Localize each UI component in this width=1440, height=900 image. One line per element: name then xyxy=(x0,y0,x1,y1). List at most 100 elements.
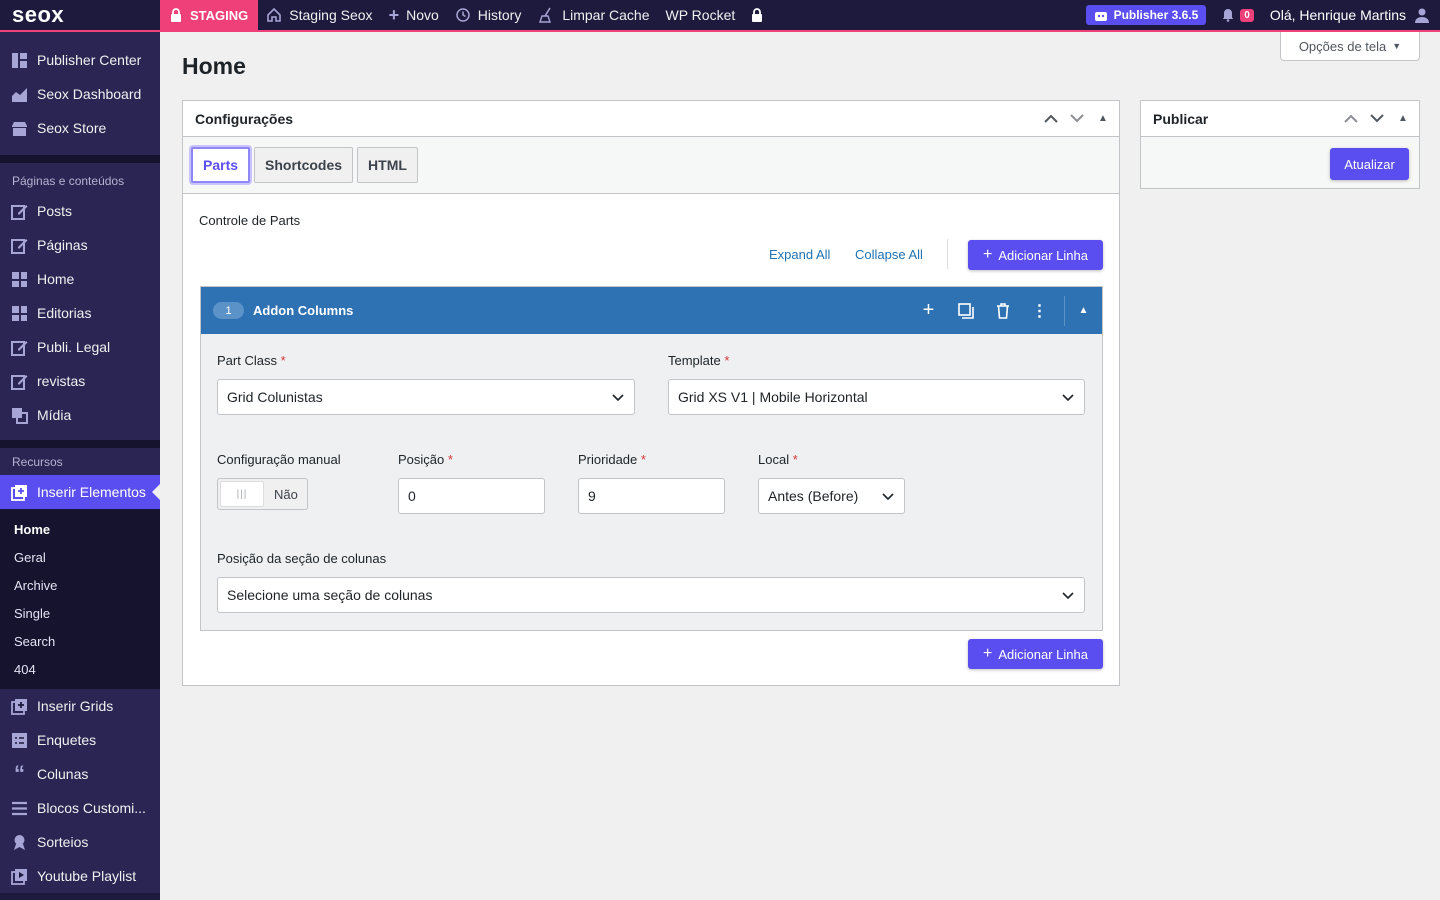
blocks-icon xyxy=(10,270,29,289)
sidebar-item-paginas[interactable]: Páginas xyxy=(0,228,160,262)
sidebar-item-home[interactable]: Home xyxy=(0,262,160,296)
add-part-button[interactable]: + xyxy=(910,287,947,334)
sidebar-item-inserir-elementos[interactable]: Inserir Elementos xyxy=(0,475,160,509)
submenu-item-geral[interactable]: Geral xyxy=(0,543,160,571)
wp-rocket-link[interactable]: WP Rocket xyxy=(657,0,743,31)
site-link[interactable]: Staging Seox xyxy=(258,0,380,31)
part-header[interactable]: 1 Addon Columns + ⋮ ▲ xyxy=(201,287,1102,334)
part-class-label: Part Class * xyxy=(217,353,286,368)
plus-icon: + xyxy=(983,246,993,263)
robot-icon xyxy=(1094,11,1107,21)
update-button[interactable]: Atualizar xyxy=(1330,148,1409,180)
user-menu[interactable]: Olá, Henrique Martins xyxy=(1260,7,1440,23)
toggle-panel-button[interactable]: ▲ xyxy=(1091,107,1115,131)
user-avatar-icon xyxy=(1415,8,1429,23)
copy-icon xyxy=(957,302,974,319)
screen-options-button[interactable]: Opções de tela ▼ xyxy=(1280,32,1420,61)
tab-parts[interactable]: Parts xyxy=(191,147,251,183)
submenu-item-search[interactable]: Search xyxy=(0,627,160,655)
submenu-item-archive[interactable]: Archive xyxy=(0,571,160,599)
sidebar-item-publi-legal[interactable]: Publi. Legal xyxy=(0,330,160,364)
publish-actions: Atualizar xyxy=(1141,137,1419,188)
sidebar-item-inserir-grids[interactable]: Inserir Grids xyxy=(0,689,160,723)
move-down-button[interactable] xyxy=(1365,107,1389,131)
wp-rocket-label: WP Rocket xyxy=(665,7,736,23)
manual-config-toggle[interactable]: ||| Não xyxy=(217,478,308,510)
manual-config-label: Configuração manual xyxy=(217,452,341,467)
manual-config-value: Não xyxy=(274,486,298,502)
sidebar-item-midia[interactable]: Mídia xyxy=(0,398,160,432)
user-greeting: Olá, Henrique Martins xyxy=(1269,7,1406,23)
publisher-version-button[interactable]: Publisher 3.6.5 xyxy=(1085,5,1207,25)
notifications-button[interactable]: 0 xyxy=(1216,0,1260,31)
sidebar-item-revistas[interactable]: revistas xyxy=(0,364,160,398)
chevron-down-icon xyxy=(1370,114,1384,123)
publish-metabox-header[interactable]: Publicar ▲ xyxy=(1141,101,1419,137)
history-link[interactable]: History xyxy=(447,0,530,31)
bell-icon xyxy=(1223,9,1234,22)
move-up-button[interactable] xyxy=(1339,107,1363,131)
edit-icon xyxy=(10,338,29,357)
add-line-button[interactable]: + Adicionar Linha xyxy=(968,240,1103,270)
submenu-item-404[interactable]: 404 xyxy=(0,655,160,683)
sidebar-item-label: Posts xyxy=(37,203,73,219)
duplicate-part-button[interactable] xyxy=(947,287,984,334)
sidebar-item-seox-dashboard[interactable]: Seox Dashboard xyxy=(0,77,160,111)
publish-metabox-title: Publicar xyxy=(1153,110,1209,127)
local-select[interactable]: Antes (Before) xyxy=(758,478,905,514)
sidebar-separator xyxy=(0,155,160,163)
staging-badge[interactable]: STAGING xyxy=(160,0,259,31)
sidebar-item-posts[interactable]: Posts xyxy=(0,194,160,228)
edit-icon xyxy=(10,236,29,255)
tab-shortcodes[interactable]: Shortcodes xyxy=(254,147,354,183)
more-options-button[interactable]: ⋮ xyxy=(1021,287,1058,334)
required-mark: * xyxy=(280,353,286,368)
chevron-down-icon xyxy=(1062,394,1074,402)
tab-html[interactable]: HTML xyxy=(357,147,418,183)
page-title: Home xyxy=(182,53,246,79)
notification-count: 0 xyxy=(1240,8,1254,22)
part-class-label-text: Part Class xyxy=(217,353,277,368)
add-line-button-bottom[interactable]: + Adicionar Linha xyxy=(968,639,1103,669)
collapse-all-link[interactable]: Collapse All xyxy=(855,247,923,262)
position-input[interactable]: 0 xyxy=(398,478,545,514)
priority-input[interactable]: 9 xyxy=(578,478,725,514)
sidebar-item-editorias[interactable]: Editorias xyxy=(0,296,160,330)
sidebar-item-seox-store[interactable]: Seox Store xyxy=(0,111,160,145)
config-metabox-title: Configurações xyxy=(195,110,294,127)
local-label-text: Local xyxy=(758,452,790,467)
sidebar-item-colunas[interactable]: “ Colunas xyxy=(0,757,160,791)
poll-icon xyxy=(10,731,29,750)
config-metabox-header[interactable]: Configurações ▲ xyxy=(183,101,1119,137)
delete-part-button[interactable] xyxy=(984,287,1021,334)
sidebar-item-enquetes[interactable]: Enquetes xyxy=(0,723,160,757)
local-label: Local * xyxy=(758,452,798,467)
chevron-down-icon xyxy=(882,493,894,501)
sidebar-item-blocos-customizados[interactable]: Blocos Customi... xyxy=(0,791,160,825)
chevron-down-icon xyxy=(1070,114,1084,123)
sidebar-item-label: Seox Store xyxy=(37,120,107,136)
part-class-select[interactable]: Grid Colunistas xyxy=(217,379,635,415)
seox-logo[interactable]: seox xyxy=(0,0,160,31)
move-down-button[interactable] xyxy=(1065,107,1089,131)
add-line-label: Adicionar Linha xyxy=(998,247,1088,263)
lock-link[interactable] xyxy=(743,0,771,31)
caret-up-icon: ▲ xyxy=(1078,305,1089,316)
template-select[interactable]: Grid XS V1 | Mobile Horizontal xyxy=(668,379,1085,415)
new-link[interactable]: + Novo xyxy=(381,0,447,31)
sidebar-item-sorteios[interactable]: Sorteios xyxy=(0,825,160,859)
toggle-panel-button[interactable]: ▲ xyxy=(1391,107,1415,131)
sidebar-item-youtube-playlist[interactable]: Youtube Playlist xyxy=(0,859,160,893)
section-position-select[interactable]: Selecione uma seção de colunas xyxy=(217,577,1085,613)
collapse-part-button[interactable]: ▲ xyxy=(1065,287,1102,334)
plus-icon: + xyxy=(922,299,935,321)
move-up-button[interactable] xyxy=(1039,107,1063,131)
submenu-item-single[interactable]: Single xyxy=(0,599,160,627)
expand-all-link[interactable]: Expand All xyxy=(769,247,830,262)
clear-cache-link[interactable]: Limpar Cache xyxy=(529,0,657,31)
priority-label: Prioridade * xyxy=(578,452,646,467)
media-icon xyxy=(10,406,29,425)
submenu-item-home[interactable]: Home xyxy=(0,515,160,543)
sidebar-item-publisher-center[interactable]: Publisher Center xyxy=(0,43,160,77)
toggle-handle[interactable]: ||| xyxy=(220,481,264,507)
